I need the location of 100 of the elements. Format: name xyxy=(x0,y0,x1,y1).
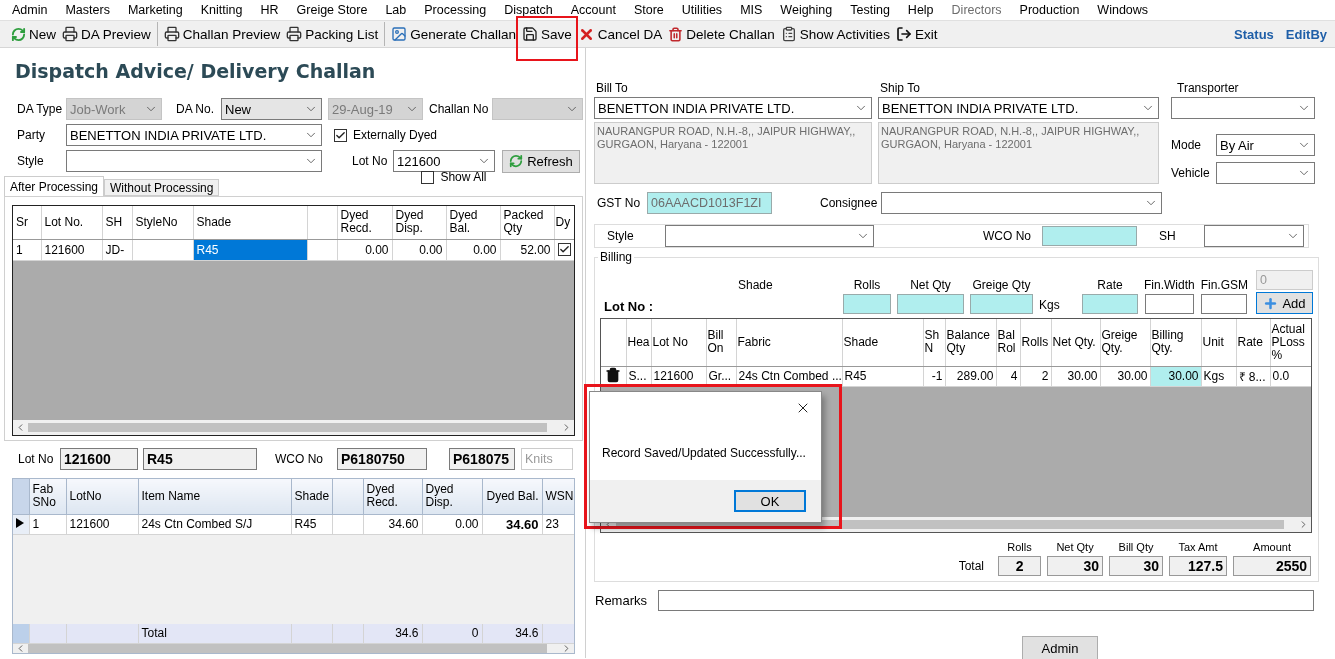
menu-item[interactable]: Weighing xyxy=(771,3,842,17)
dropdown[interactable] xyxy=(1216,162,1315,184)
toolbar-button[interactable]: DA Preview xyxy=(59,22,154,46)
menu-item[interactable]: Processing xyxy=(415,3,496,17)
dropdown[interactable]: By Air xyxy=(1216,134,1315,156)
column-header: Actual PLoss % xyxy=(1270,319,1311,366)
input-field[interactable] xyxy=(843,294,891,314)
input-field[interactable] xyxy=(1082,294,1138,314)
menu-item[interactable]: Production xyxy=(1010,3,1089,17)
address-field: NAURANGPUR ROAD, N.H.-8,, JAIPUR HIGHWAY,, GURGAON, Haryana - 122001 xyxy=(878,122,1159,184)
input-field[interactable] xyxy=(897,294,964,314)
menu-item[interactable]: Masters xyxy=(56,3,119,17)
page-title: Dispatch Advice/ Delivery Challan xyxy=(14,59,377,84)
field-label: Bill Qty xyxy=(1118,541,1154,553)
tab[interactable]: After Processing xyxy=(4,176,105,196)
dropdown[interactable] xyxy=(66,150,322,172)
wco-number-field[interactable] xyxy=(1042,226,1137,246)
toolbar-button[interactable]: Exit xyxy=(892,22,941,46)
menu-item[interactable]: Account xyxy=(561,3,625,17)
input-field[interactable] xyxy=(1201,294,1248,314)
dropdown[interactable] xyxy=(665,225,874,247)
field-label: Party xyxy=(17,128,46,142)
toolbar-button[interactable]: Generate Challan xyxy=(388,22,519,46)
plus-icon xyxy=(1263,295,1279,311)
field-label: Transporter xyxy=(1176,81,1240,97)
column-header: Sh N xyxy=(923,319,945,366)
toolbar-button[interactable]: Save xyxy=(518,22,575,46)
image-icon xyxy=(391,26,408,42)
column-header: Fab SNo xyxy=(29,479,66,514)
column-header: Sr xyxy=(13,206,41,239)
column-header: Bal Rol xyxy=(996,319,1020,366)
toolbar-button[interactable]: Cancel DA xyxy=(574,22,666,46)
field-label: Amount xyxy=(1253,541,1291,553)
row-header[interactable] xyxy=(13,514,29,534)
dropdown[interactable]: 121600 xyxy=(393,150,495,172)
menu-item[interactable]: Admin xyxy=(3,3,57,17)
toolbar-button[interactable]: Delete Challan xyxy=(665,22,778,46)
table-cell: 0 xyxy=(422,623,482,644)
column-header: WSN xyxy=(542,479,574,514)
shade-field: R45 xyxy=(143,448,257,470)
horizontal-scrollbar[interactable] xyxy=(13,420,574,435)
toolbar-button[interactable]: Show Activities xyxy=(777,22,893,46)
column-header: Bill On xyxy=(706,319,736,366)
menu-item[interactable]: Testing xyxy=(841,3,899,17)
menu-item[interactable]: Dispatch xyxy=(495,3,562,17)
dropdown[interactable]: New xyxy=(221,98,322,120)
menu-item[interactable]: Store xyxy=(624,3,673,17)
toolbar-button[interactable]: New xyxy=(8,22,59,46)
input-field[interactable] xyxy=(1144,294,1194,314)
toolbar-button[interactable]: Packing List xyxy=(283,22,382,46)
unit-field[interactable]: Knits xyxy=(521,448,573,470)
dropdown[interactable]: BENETTON INDIA PRIVATE LTD. xyxy=(594,97,872,119)
column-header: Packed Qty xyxy=(500,206,554,239)
dropdown[interactable] xyxy=(1204,225,1304,247)
admin-button[interactable]: Admin xyxy=(1022,636,1098,659)
menu-item[interactable]: Knitting xyxy=(191,3,252,17)
trash-icon xyxy=(668,26,684,42)
remarks-field[interactable] xyxy=(658,590,1314,611)
dropdown[interactable] xyxy=(881,192,1162,214)
total-value: 2 xyxy=(998,556,1042,576)
add-button[interactable]: Add xyxy=(1256,292,1314,314)
header-link[interactable]: EditBy xyxy=(1285,26,1327,42)
gst-number-field[interactable]: 06AAACD1013F1ZI xyxy=(647,192,772,214)
dropdown[interactable] xyxy=(1171,97,1315,119)
toolbar-button[interactable]: Challan Preview xyxy=(160,22,284,46)
dropdown[interactable]: BENETTON INDIA PRIVATE LTD. xyxy=(878,97,1159,119)
printer-icon xyxy=(286,26,303,42)
refresh-icon xyxy=(509,154,524,168)
lot-number-field: 121600 xyxy=(60,448,138,470)
menu-item[interactable]: Help xyxy=(898,3,943,17)
total-value: 2550 xyxy=(1233,556,1312,576)
tab[interactable]: Without Processing xyxy=(104,179,220,196)
total-value: 127.5 xyxy=(1169,556,1228,576)
field-label: Lot No xyxy=(18,452,55,466)
column-header: Dyed Disp. xyxy=(422,479,482,514)
ok-button[interactable]: OK xyxy=(734,490,806,512)
table-cell xyxy=(332,623,363,644)
column-header: Dyed Recd. xyxy=(337,206,392,239)
table-cell[interactable]: 1 xyxy=(13,239,41,260)
field-label: DA Type xyxy=(17,102,64,116)
menu-item[interactable]: HR xyxy=(251,3,288,17)
column-header: Net Qty. xyxy=(1051,319,1100,366)
header-link[interactable]: Status xyxy=(1234,26,1274,42)
column-header: Item Name xyxy=(138,479,291,514)
menu-item[interactable]: MIS xyxy=(731,3,772,17)
check-icon xyxy=(335,129,346,141)
menu-item[interactable]: Greige Store xyxy=(287,3,377,17)
menu-item[interactable]: Utilities xyxy=(672,3,732,17)
input-field[interactable] xyxy=(970,294,1033,314)
field-label: Fin.GSM xyxy=(1200,278,1249,292)
checkbox[interactable] xyxy=(334,128,347,142)
menu-item[interactable]: Windows xyxy=(1088,3,1158,17)
field-label: Bill To xyxy=(595,81,629,97)
column-header: Dyed Bal. xyxy=(482,479,542,514)
menu-item[interactable]: Lab xyxy=(376,3,416,17)
refresh-button[interactable]: Refresh xyxy=(502,149,580,173)
field-label: Remarks xyxy=(595,593,648,608)
menu-item[interactable]: Marketing xyxy=(118,3,192,17)
dropdown[interactable]: BENETTON INDIA PRIVATE LTD. xyxy=(66,124,322,146)
field-label: Tax Amt xyxy=(1178,541,1218,553)
